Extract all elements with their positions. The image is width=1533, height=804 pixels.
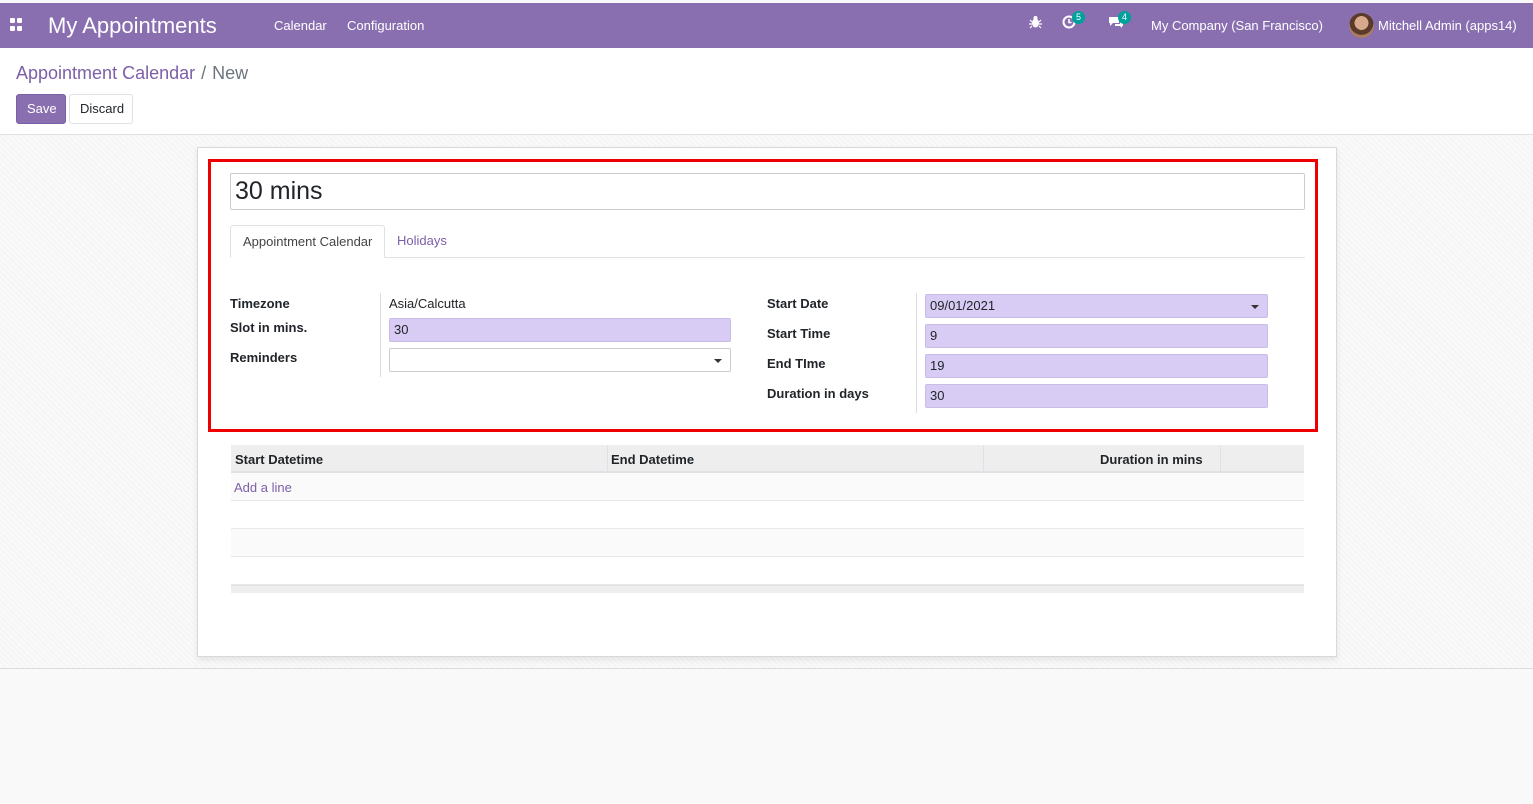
table-row <box>231 529 1304 557</box>
menu-calendar[interactable]: Calendar <box>274 18 327 33</box>
discard-button[interactable]: Discard <box>69 94 133 124</box>
right-group-divider <box>916 293 917 413</box>
activity-badge: 5 <box>1072 11 1085 24</box>
breadcrumb: Appointment Calendar / New <box>16 63 248 84</box>
column-divider <box>1220 445 1221 473</box>
bug-icon[interactable] <box>1029 15 1042 33</box>
save-button[interactable]: Save <box>16 94 66 124</box>
chevron-down-icon <box>714 359 722 363</box>
form-view: 30 mins Appointment Calendar Holidays Ti… <box>0 135 1533 669</box>
avatar[interactable] <box>1349 13 1374 38</box>
company-switcher[interactable]: My Company (San Francisco) <box>1151 18 1323 33</box>
notebook-tabs: Appointment Calendar Holidays <box>230 225 1305 258</box>
start-time-label: Start Time <box>767 326 831 341</box>
breadcrumb-separator: / <box>201 63 207 83</box>
start-date-input[interactable]: 09/01/2021 <box>925 294 1268 318</box>
breadcrumb-current: New <box>212 63 249 83</box>
start-time-input[interactable]: 9 <box>925 324 1268 348</box>
messages-badge: 4 <box>1118 11 1131 24</box>
top-navbar: My Appointments Calendar Configuration 5… <box>0 3 1533 48</box>
slot-input[interactable]: 30 <box>389 318 731 342</box>
slots-table: Start Datetime End Datetime Duration in … <box>231 445 1304 593</box>
menu-configuration[interactable]: Configuration <box>347 18 424 33</box>
column-divider <box>607 445 608 473</box>
user-menu[interactable]: Mitchell Admin (apps14) <box>1378 18 1517 33</box>
start-date-value: 09/01/2021 <box>930 298 996 313</box>
duration-label: Duration in days <box>767 386 869 401</box>
duration-input[interactable]: 30 <box>925 384 1268 408</box>
tab-holidays[interactable]: Holidays <box>385 225 459 258</box>
table-header: Start Datetime End Datetime Duration in … <box>231 445 1304 473</box>
timezone-label: Timezone <box>230 296 290 311</box>
breadcrumb-parent[interactable]: Appointment Calendar <box>16 63 195 83</box>
column-end-datetime[interactable]: End Datetime <box>611 452 694 467</box>
tab-appointment-calendar[interactable]: Appointment Calendar <box>230 225 386 258</box>
apps-menu-icon[interactable] <box>10 18 23 31</box>
left-group-divider <box>380 293 381 377</box>
add-line-link[interactable]: Add a line <box>234 480 292 495</box>
slot-label: Slot in mins. <box>230 320 308 335</box>
table-row <box>231 557 1304 585</box>
table-row: Add a line <box>231 473 1304 501</box>
chevron-down-icon <box>1251 305 1259 309</box>
start-date-label: Start Date <box>767 296 829 311</box>
table-footer <box>231 585 1304 593</box>
activity-icon[interactable]: 5 <box>1062 11 1085 33</box>
app-title[interactable]: My Appointments <box>48 13 217 39</box>
reminders-select[interactable] <box>389 348 731 372</box>
column-start-datetime[interactable]: Start Datetime <box>235 452 323 467</box>
timezone-value: Asia/Calcutta <box>389 296 466 311</box>
end-time-input[interactable]: 19 <box>925 354 1268 378</box>
column-duration[interactable]: Duration in mins <box>1100 452 1203 467</box>
control-panel: Appointment Calendar / New Save Discard <box>0 48 1533 135</box>
form-sheet: 30 mins Appointment Calendar Holidays Ti… <box>197 147 1337 657</box>
name-input[interactable]: 30 mins <box>230 173 1305 210</box>
end-time-label: End TIme <box>767 356 826 371</box>
column-divider <box>983 445 984 473</box>
table-row <box>231 501 1304 529</box>
messages-icon[interactable]: 4 <box>1108 11 1131 33</box>
reminders-label: Reminders <box>230 350 298 365</box>
